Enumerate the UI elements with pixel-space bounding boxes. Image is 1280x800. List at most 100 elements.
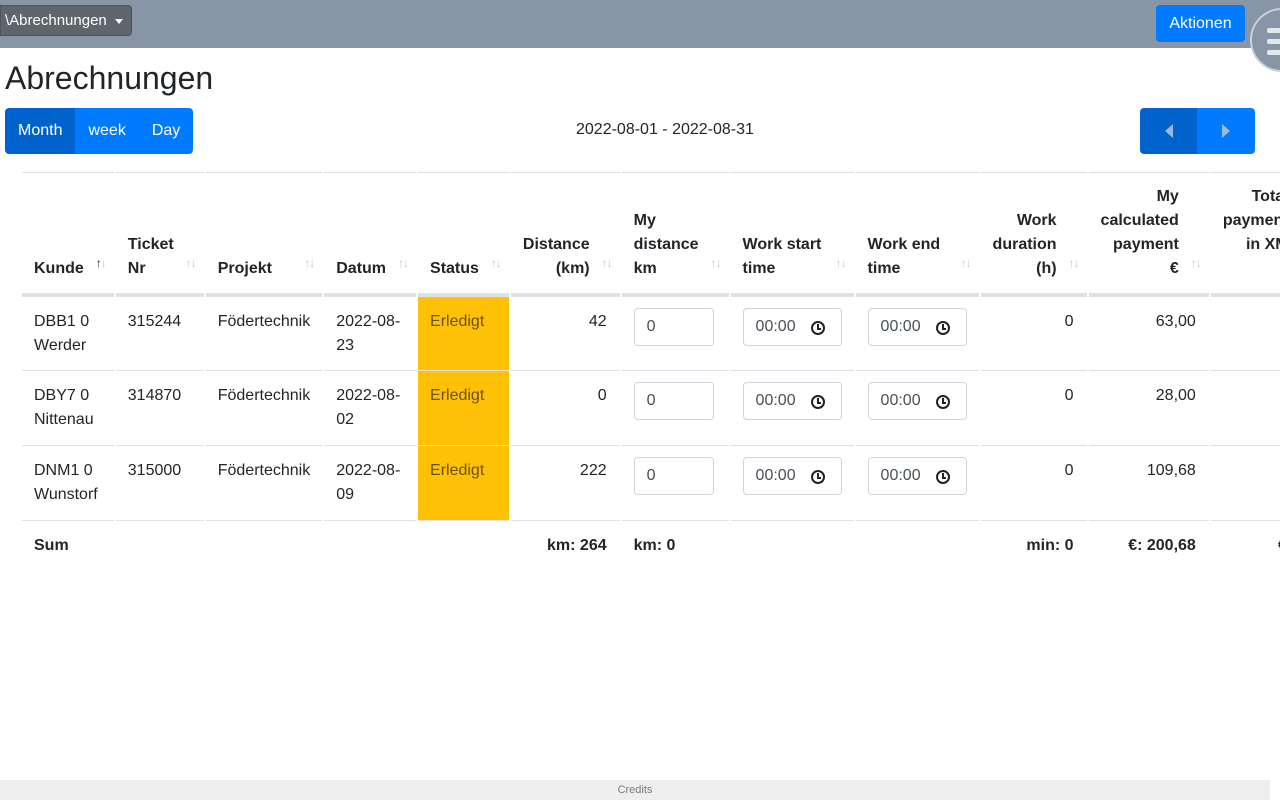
sort-arrows-icon: ↑↓ <box>1068 256 1080 270</box>
column-header-work-end[interactable]: Work end time ↑↓ <box>855 172 979 295</box>
cell-my-payment: 109,68 <box>1088 446 1209 521</box>
range-month-button[interactable]: Month <box>5 108 76 154</box>
sum-label: Sum <box>34 537 69 554</box>
column-header-my-distance[interactable]: My distance km ↑↓ <box>621 172 729 295</box>
column-header-work-start[interactable]: Work start time ↑↓ <box>730 172 854 295</box>
work-end-time-input[interactable]: 00:00 <box>867 382 967 420</box>
hamburger-icon <box>1267 39 1280 44</box>
sort-arrows-icon: ↑↓ <box>490 256 502 270</box>
clock-icon[interactable] <box>935 395 950 409</box>
column-header-distance[interactable]: Distance (km) ↑↓ <box>510 172 620 295</box>
table-row: DBB1 0 Werder 315244 Födertechnik 2022-08… <box>22 295 1280 371</box>
range-day-button[interactable]: Day <box>138 108 194 154</box>
status-badge: Erledigt <box>418 295 509 371</box>
sort-arrows-icon: ↑↓ <box>710 256 722 270</box>
cell-total-payment: 0 <box>1210 371 1280 446</box>
table-header-row: Kunde ↑↓ Ticket Nr ↑↓ Projekt ↑↓ Datum ↑↓ Sta… <box>22 172 1280 295</box>
sum-work-duration: min: 0 <box>1026 537 1074 554</box>
sort-arrows-icon: ↑↓ <box>304 256 315 270</box>
cell-kunde: DBB1 0 Werder <box>22 295 114 371</box>
sum-my-distance: km: 0 <box>633 537 676 554</box>
work-start-time-input[interactable]: 00:00 <box>742 457 842 495</box>
cell-work-end: 00:00 <box>855 446 979 521</box>
cell-distance: 0 <box>510 371 620 446</box>
cell-kunde: DNM1 0 Wunstorf <box>22 446 114 521</box>
credits-footer[interactable]: Credits <box>0 780 1270 800</box>
cell-total-payment: 0 <box>1210 446 1280 521</box>
clock-icon[interactable] <box>810 321 825 335</box>
cell-work-duration: 0 <box>980 295 1087 371</box>
cell-my-distance: 0 <box>621 371 729 446</box>
cell-datum: 2022-08- 02 <box>324 371 417 446</box>
clock-icon[interactable] <box>935 470 950 484</box>
cell-projekt: Födertechnik <box>205 295 323 371</box>
cell-ticket: 315000 <box>115 446 204 521</box>
sum-my-payment: €: 200,68 <box>1128 537 1196 554</box>
cell-my-payment: 28,00 <box>1088 371 1209 446</box>
sort-arrows-icon: ↑↓ <box>1190 256 1202 270</box>
clock-icon[interactable] <box>810 395 825 409</box>
cell-distance: 222 <box>510 446 620 521</box>
next-period-button[interactable] <box>1197 108 1255 154</box>
column-header-work-duration[interactable]: Work duration (h) ↑↓ <box>980 172 1087 295</box>
sum-row: Sum km: 264 km: 0 min: 0 €: 200,68 €: 0 <box>22 521 1280 571</box>
date-range-label: 2022-08-01 - 2022-08-31 <box>576 121 754 138</box>
hamburger-icon <box>1267 28 1280 33</box>
work-end-time-input[interactable]: 00:00 <box>867 308 967 346</box>
previous-period-button[interactable] <box>1140 108 1197 154</box>
column-header-datum[interactable]: Datum ↑↓ <box>324 172 417 295</box>
sort-arrows-icon: ↑↓ <box>185 256 197 270</box>
work-end-time-input[interactable]: 00:00 <box>867 457 967 495</box>
sort-arrows-icon: ↑↓ <box>398 256 409 270</box>
cell-total-payment: 0 <box>1210 295 1280 371</box>
hamburger-icon <box>1267 50 1280 55</box>
status-badge: Erledigt <box>418 371 509 446</box>
cell-distance: 42 <box>510 295 620 371</box>
breadcrumb-dropdown[interactable]: \Abrechnungen <box>0 5 132 36</box>
sort-arrows-icon: ↑↓ <box>835 256 847 270</box>
work-start-time-input[interactable]: 00:00 <box>742 308 842 346</box>
my-distance-input[interactable]: 0 <box>633 457 714 495</box>
work-start-time-input[interactable]: 00:00 <box>742 382 842 420</box>
cell-projekt: Födertechnik <box>205 371 323 446</box>
cell-work-end: 00:00 <box>855 295 979 371</box>
arrow-left-icon <box>1164 124 1173 138</box>
clock-icon[interactable] <box>810 470 825 484</box>
cell-datum: 2022-08- 09 <box>324 446 417 521</box>
range-week-button[interactable]: week <box>75 108 139 154</box>
cell-work-start: 00:00 <box>730 371 854 446</box>
status-badge: Erledigt <box>418 446 509 521</box>
cell-projekt: Födertechnik <box>205 446 323 521</box>
actions-button[interactable]: Aktionen <box>1156 5 1245 42</box>
breadcrumb-label: \Abrechnungen <box>5 12 107 29</box>
sort-arrows-icon: ↑↓ <box>601 256 613 270</box>
column-header-kunde[interactable]: Kunde ↑↓ <box>22 172 114 295</box>
cell-ticket: 314870 <box>115 371 204 446</box>
page-title: Abrechnungen <box>5 60 214 96</box>
cell-work-start: 00:00 <box>730 446 854 521</box>
column-header-my-payment[interactable]: My calculated payment € ↑↓ <box>1088 172 1209 295</box>
cell-datum: 2022-08- 23 <box>324 295 417 371</box>
caret-down-icon <box>114 18 123 24</box>
cell-work-start: 00:00 <box>730 295 854 371</box>
column-header-status[interactable]: Status ↑↓ <box>418 172 509 295</box>
my-distance-input[interactable]: 0 <box>633 382 714 420</box>
top-navbar: \Abrechnungen Aktionen <box>0 0 1280 48</box>
range-button-group: Month week Day <box>5 108 194 154</box>
table-row: DNM1 0 Wunstorf 315000 Födertechnik 2022-… <box>22 446 1280 521</box>
sum-total-payment: €: 0 <box>1211 521 1280 571</box>
arrow-right-icon <box>1222 124 1230 138</box>
sort-arrows-icon: ↑↓ <box>95 256 107 270</box>
my-distance-input[interactable]: 0 <box>633 308 714 346</box>
table-row: DBY7 0 Nittenau 314870 Födertechnik 2022-… <box>22 371 1280 446</box>
cell-my-distance: 0 <box>621 295 729 371</box>
cell-kunde: DBY7 0 Nittenau <box>22 371 114 446</box>
column-header-total-payment[interactable]: Totalpaymentin XM€↑↓ <box>1210 172 1280 295</box>
column-header-ticket[interactable]: Ticket Nr ↑↓ <box>115 172 204 295</box>
cell-work-duration: 0 <box>980 371 1087 446</box>
column-header-projekt[interactable]: Projekt ↑↓ <box>205 172 323 295</box>
cell-ticket: 315244 <box>115 295 204 371</box>
clock-icon[interactable] <box>935 321 950 335</box>
sum-distance: km: 264 <box>547 537 607 554</box>
cell-my-payment: 63,00 <box>1088 295 1209 371</box>
